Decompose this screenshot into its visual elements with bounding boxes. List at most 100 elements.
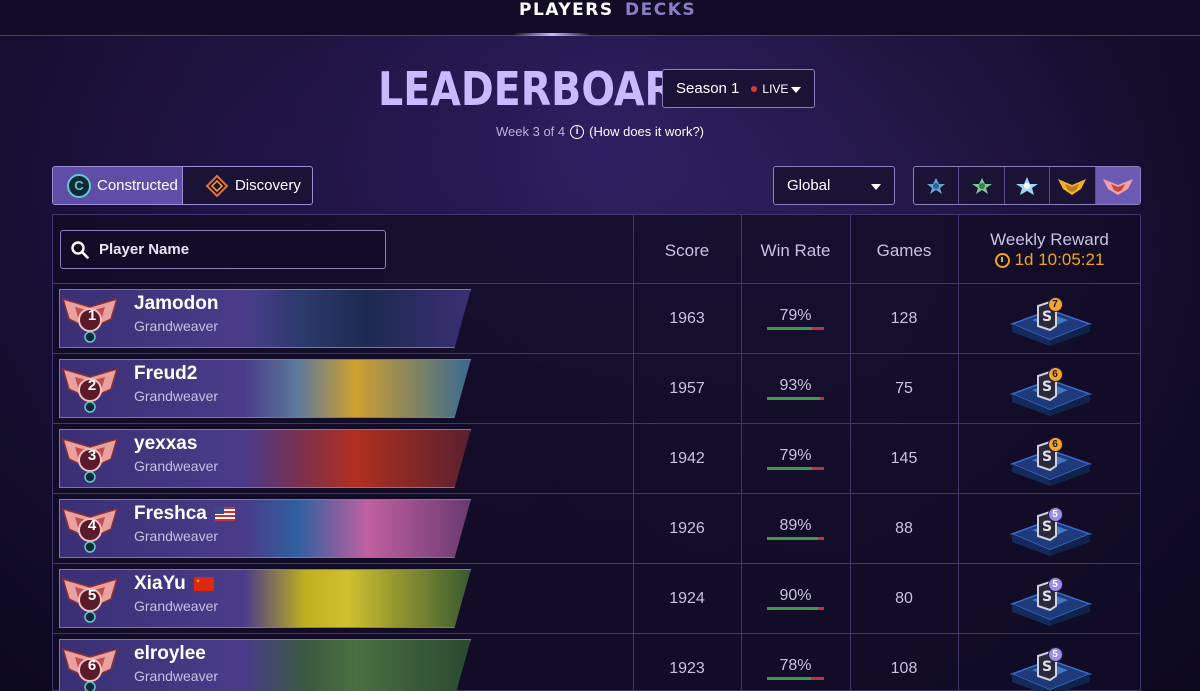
table-row[interactable]: 5 XiaYu Grandweaver 1924 90% 80 S 5 xyxy=(53,564,1141,634)
week-text: Week 3 of 4 xyxy=(496,124,566,139)
region-selected-label: Global xyxy=(787,177,831,194)
info-icon[interactable]: i xyxy=(570,124,585,139)
player-name[interactable]: yexxas xyxy=(134,433,197,455)
player-name[interactable]: Freud2 xyxy=(134,363,197,385)
win-rate-cell: 90% xyxy=(741,564,850,633)
player-name[interactable]: Jamodon xyxy=(134,293,218,315)
tier-filter-3[interactable] xyxy=(1005,167,1051,204)
us-flag-icon xyxy=(214,507,235,521)
tier-filter-1[interactable] xyxy=(914,167,960,204)
svg-text:S: S xyxy=(1041,659,1051,675)
player-search-input[interactable] xyxy=(99,241,359,258)
win-rate-bar xyxy=(767,677,824,680)
rank-tier-filter xyxy=(913,166,1141,205)
player-banner[interactable] xyxy=(59,289,471,348)
player-name[interactable]: XiaYu xyxy=(134,573,214,595)
win-rate-bar-fill xyxy=(767,607,819,610)
clock-icon xyxy=(994,252,1010,268)
mode-discovery-label: Discovery xyxy=(234,177,301,194)
reward-tier-badge: 7 xyxy=(1047,296,1063,312)
tier-emblem-icon xyxy=(927,177,946,194)
player-title: Grandweaver xyxy=(134,318,219,334)
player-name-text: Freud2 xyxy=(134,363,198,384)
table-header: Score Win Rate Games Weekly Reward 1d 10… xyxy=(53,215,1141,284)
win-rate-bar-fill xyxy=(767,467,813,470)
reward-timer-value: 1d 10:05:21 xyxy=(1014,250,1105,269)
player-name[interactable]: elroylee xyxy=(134,643,206,665)
search-icon xyxy=(71,240,89,259)
svg-text:S: S xyxy=(1041,589,1051,605)
reward-cell: S7 xyxy=(958,284,1141,353)
reward-cell: S5 xyxy=(958,494,1141,563)
reward-chest[interactable]: S7 xyxy=(1004,290,1096,348)
games-cell: 108 xyxy=(890,659,918,677)
table-row[interactable]: 2 Freud2 Grandweaver 1957 93% 75 S 6 xyxy=(53,354,1141,424)
active-tab-indicator xyxy=(513,33,591,36)
tab-decks[interactable]: DECKS xyxy=(625,0,696,22)
rank-number: 1 xyxy=(87,307,97,324)
win-rate-bar-fill xyxy=(767,537,818,540)
season-select[interactable]: Season 1 LIVE xyxy=(662,69,815,108)
player-banner[interactable] xyxy=(59,499,471,558)
discovery-icon xyxy=(205,174,229,198)
player-banner[interactable] xyxy=(59,639,471,691)
mode-toggle: C Constructed Discovery xyxy=(52,166,313,205)
reward-chest[interactable]: S5 xyxy=(1004,500,1096,558)
live-dot-icon xyxy=(751,85,758,92)
win-rate-bar xyxy=(767,397,824,400)
mode-constructed-label: Constructed xyxy=(97,177,178,194)
player-banner[interactable] xyxy=(59,569,471,628)
table-row[interactable]: 4 Freshca Grandweaver 1926 89% 88 S 5 xyxy=(53,494,1141,564)
mode-constructed-button[interactable]: C Constructed xyxy=(53,167,183,204)
player-name-text: Freshca xyxy=(134,503,207,524)
win-rate-cell: 79% xyxy=(741,284,850,353)
win-rate-cell: 78% xyxy=(741,634,850,691)
win-rate-cell: 93% xyxy=(741,354,850,423)
player-name-text: XiaYu xyxy=(134,573,186,594)
win-rate-value: 79% xyxy=(779,447,812,464)
season-label: Season 1 xyxy=(676,80,740,97)
player-name[interactable]: Freshca xyxy=(134,503,235,525)
column-header-score[interactable]: Score xyxy=(633,241,741,261)
reward-cell: S5 xyxy=(958,564,1141,633)
column-header-win-rate[interactable]: Win Rate xyxy=(741,241,850,261)
player-banner[interactable] xyxy=(59,429,471,488)
table-row[interactable]: 1 Jamodon Grandweaver 1963 79% 128 S 7 xyxy=(53,284,1141,354)
page-title: LEADERBOARD xyxy=(378,62,708,116)
tier-filter-2[interactable] xyxy=(959,167,1005,204)
table-row[interactable]: 3 yexxas Grandweaver 1942 79% 145 S 6 xyxy=(53,424,1141,494)
reward-chest[interactable]: S5 xyxy=(1004,640,1096,691)
win-rate-cell: 89% xyxy=(741,494,850,563)
how-it-works-link[interactable]: (How does it work?) xyxy=(589,124,704,139)
reward-tier-badge: 5 xyxy=(1047,576,1063,592)
cn-flag-icon xyxy=(193,577,214,591)
games-cell: 75 xyxy=(895,379,913,397)
tier-filter-4[interactable] xyxy=(1050,167,1096,204)
region-select[interactable]: Global xyxy=(773,166,895,205)
rank-number: 2 xyxy=(87,377,97,394)
tab-players[interactable]: PLAYERS xyxy=(519,0,614,22)
score-cell: 1926 xyxy=(669,519,705,537)
games-cell: 80 xyxy=(895,589,913,607)
reward-cell: S6 xyxy=(958,424,1141,493)
player-name-text: Jamodon xyxy=(134,293,219,314)
reward-chest[interactable]: S6 xyxy=(1004,360,1096,418)
reward-tier-badge: 5 xyxy=(1047,506,1063,522)
score-cell: 1942 xyxy=(669,449,705,467)
svg-text:S: S xyxy=(1041,309,1051,325)
mode-discovery-button[interactable]: Discovery xyxy=(183,167,312,204)
games-cell: 88 xyxy=(895,519,913,537)
player-title: Grandweaver xyxy=(134,668,219,684)
table-row[interactable]: 6 elroylee Grandweaver 1923 78% 108 S 5 xyxy=(53,634,1141,691)
chevron-down-icon xyxy=(791,87,801,93)
column-header-games[interactable]: Games xyxy=(850,241,958,261)
reward-cell: S6 xyxy=(958,354,1141,423)
reward-chest[interactable]: S5 xyxy=(1004,570,1096,628)
tier-filter-5[interactable] xyxy=(1095,167,1140,204)
leaderboard-table: Score Win Rate Games Weekly Reward 1d 10… xyxy=(52,214,1141,691)
column-header-weekly-reward: Weekly Reward 1d 10:05:21 xyxy=(958,230,1141,270)
player-banner[interactable] xyxy=(59,359,471,418)
reward-chest[interactable]: S6 xyxy=(1004,430,1096,488)
reward-tier-badge: 6 xyxy=(1047,366,1063,382)
player-title: Grandweaver xyxy=(134,388,219,404)
